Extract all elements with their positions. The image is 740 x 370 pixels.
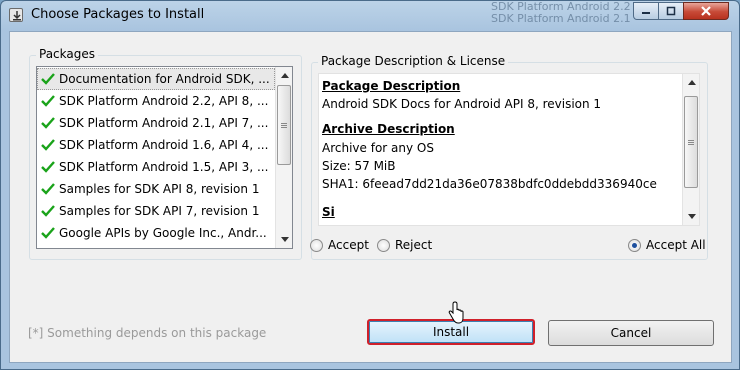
chevron-down-icon	[280, 237, 289, 242]
archive-os-text: Archive for any OS	[322, 141, 434, 155]
scroll-down-arrow[interactable]	[683, 208, 699, 225]
maximize-button[interactable]	[658, 2, 684, 20]
scroll-down-arrow[interactable]	[276, 231, 292, 248]
reject-radio[interactable]	[377, 238, 390, 252]
title-bar[interactable]: Choose Packages to Install SDK Platform …	[1, 1, 739, 31]
accept-option[interactable]: Accept	[310, 238, 369, 252]
description-scrollbar[interactable]	[682, 74, 699, 225]
scroll-up-arrow[interactable]	[683, 74, 699, 91]
accept-radio[interactable]	[310, 238, 323, 252]
close-button[interactable]	[683, 2, 729, 20]
packages-scrollbar[interactable]	[275, 67, 292, 248]
package-label: SDK Platform Android 1.5, API 3, ...	[59, 160, 269, 174]
package-list-item[interactable]: SDK Platform Android 2.1, API 7, ...	[37, 112, 275, 134]
accept-all-radio[interactable]	[628, 238, 641, 252]
chevron-up-icon	[687, 80, 696, 85]
minimize-icon	[642, 12, 650, 14]
archive-size-text: Size: 57 MiB	[322, 159, 396, 173]
reject-option[interactable]: Reject	[377, 238, 432, 252]
description-group-label: Package Description & License	[318, 54, 509, 68]
packages-list[interactable]: Documentation for Android SDK, ... SDK Pl…	[36, 66, 293, 249]
background-window-glimpse: SDK Platform Android 2.2, SDK Platform A…	[491, 1, 631, 29]
dependency-hint: [*] Something depends on this package	[28, 326, 267, 340]
package-list-item[interactable]: SDK Platform Android 1.6, API 4, ...	[37, 134, 275, 156]
window-title: Choose Packages to Install	[31, 7, 205, 22]
checkmark-icon	[41, 139, 55, 151]
mouse-cursor-icon	[448, 301, 464, 324]
checkmark-icon	[41, 183, 55, 195]
package-list-item[interactable]: Google APIs by Google Inc., Andr...	[37, 222, 275, 244]
packages-group-label: Packages	[36, 47, 98, 61]
packages-group: Packages Documentation for Android SDK, …	[29, 47, 302, 260]
description-group: Package Description & License Package De…	[311, 54, 708, 260]
description-text-area[interactable]: Package Description Android SDK Docs for…	[318, 73, 700, 226]
background-text: SDK Platform Android 2.1,	[491, 12, 631, 25]
package-label: Samples for SDK API 8, revision 1	[59, 182, 260, 196]
accept-label: Accept	[328, 238, 369, 252]
package-label: SDK Platform Android 1.6, API 4, ...	[59, 138, 269, 152]
accept-all-label: Accept All	[646, 238, 706, 252]
maximize-icon	[666, 6, 676, 16]
scroll-up-arrow[interactable]	[276, 67, 292, 84]
checkmark-icon	[41, 161, 55, 173]
reject-label: Reject	[395, 238, 433, 252]
minimize-button[interactable]	[633, 2, 659, 20]
package-label: Google APIs by Google Inc., Andr...	[59, 226, 267, 240]
checkmark-icon	[41, 73, 55, 85]
dialog-body: Packages Documentation for Android SDK, …	[9, 31, 732, 363]
archive-description-heading: Archive Description	[322, 122, 455, 136]
close-icon	[701, 6, 711, 16]
scroll-thumb[interactable]	[684, 96, 698, 188]
accept-all-option[interactable]: Accept All	[628, 238, 706, 252]
package-list-item[interactable]: Documentation for Android SDK, ...	[37, 68, 275, 90]
checkmark-icon	[41, 95, 55, 107]
chevron-down-icon	[687, 214, 696, 219]
chevron-up-icon	[280, 73, 289, 78]
package-label: SDK Platform Android 2.2, API 8, ...	[59, 94, 269, 108]
archive-sha1-text: SHA1: 6feead7dd21da36e07838bdfc0ddebdd33…	[322, 177, 657, 191]
checkmark-icon	[41, 117, 55, 129]
package-description-text: Android SDK Docs for Android API 8, revi…	[322, 97, 602, 111]
package-label: Samples for SDK API 7, revision 1	[59, 204, 260, 218]
app-icon	[9, 8, 23, 22]
checkmark-icon	[41, 227, 55, 239]
scroll-thumb[interactable]	[277, 85, 291, 165]
package-list-item[interactable]: Samples for SDK API 7, revision 1	[37, 200, 275, 222]
dialog-window: Choose Packages to Install SDK Platform …	[0, 0, 740, 370]
clipped-heading: Si	[322, 205, 335, 219]
package-label: SDK Platform Android 2.1, API 7, ...	[59, 116, 269, 130]
package-list-item[interactable]: SDK Platform Android 2.2, API 8, ...	[37, 90, 275, 112]
package-list-item[interactable]: SDK Platform Android 1.5, API 3, ...	[37, 156, 275, 178]
package-description-heading: Package Description	[322, 79, 461, 93]
cancel-button[interactable]: Cancel	[548, 320, 714, 346]
package-list-item[interactable]: Samples for SDK API 8, revision 1	[37, 178, 275, 200]
checkmark-icon	[41, 205, 55, 217]
package-label: Documentation for Android SDK, ...	[59, 72, 270, 86]
